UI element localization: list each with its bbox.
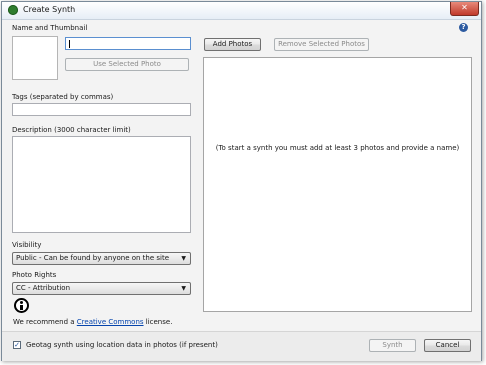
visibility-label: Visibility xyxy=(12,241,42,249)
geotag-label[interactable]: Geotag synth using location data in phot… xyxy=(26,341,218,349)
license-recommendation: We recommend a Creative Commons license. xyxy=(13,318,172,326)
chevron-down-icon: ▼ xyxy=(181,285,186,292)
name-label: Name and Thumbnail xyxy=(12,24,88,32)
tags-input[interactable] xyxy=(12,103,191,116)
cc-person-body xyxy=(20,305,23,310)
empty-photos-message: (To start a synth you must add at least … xyxy=(215,144,460,152)
tags-label: Tags (separated by commas) xyxy=(12,93,114,101)
recommend-prefix: We recommend a xyxy=(13,318,77,326)
visibility-dropdown[interactable]: Public - Can be found by anyone on the s… xyxy=(12,252,191,265)
close-button[interactable]: ✕ xyxy=(450,2,479,16)
photo-rights-dropdown[interactable]: CC - Attribution ▼ xyxy=(12,282,191,295)
description-label: Description (3000 character limit) xyxy=(12,126,131,134)
recommend-suffix: license. xyxy=(143,318,173,326)
create-synth-dialog: Create Synth ✕ ? Name and Thumbnail Use … xyxy=(1,1,482,361)
creative-commons-attribution-icon xyxy=(14,298,29,313)
description-textarea[interactable] xyxy=(12,136,191,233)
checkmark-icon: ✓ xyxy=(14,341,20,349)
dialog-footer: ✓ Geotag synth using location data in ph… xyxy=(2,331,481,361)
synth-button[interactable]: Synth xyxy=(369,339,416,352)
photo-list-panel[interactable]: (To start a synth you must add at least … xyxy=(203,57,472,312)
use-selected-photo-button[interactable]: Use Selected Photo xyxy=(65,58,189,71)
thumbnail-preview[interactable] xyxy=(12,36,58,80)
app-icon xyxy=(8,5,18,15)
text-caret xyxy=(69,40,70,48)
window-title: Create Synth xyxy=(23,5,76,14)
title-bar[interactable]: Create Synth ✕ xyxy=(2,2,481,20)
cancel-button[interactable]: Cancel xyxy=(424,339,471,352)
name-input[interactable] xyxy=(65,37,191,50)
add-photos-button[interactable]: Add Photos xyxy=(204,38,261,51)
chevron-down-icon: ▼ xyxy=(181,255,186,262)
photo-rights-label: Photo Rights xyxy=(12,271,57,279)
visibility-selected-value: Public - Can be found by anyone on the s… xyxy=(16,254,170,262)
creative-commons-link[interactable]: Creative Commons xyxy=(77,318,144,326)
close-icon: ✕ xyxy=(461,3,468,12)
geotag-checkbox[interactable]: ✓ xyxy=(13,341,21,349)
remove-selected-photos-button[interactable]: Remove Selected Photos xyxy=(274,38,369,51)
photo-rights-selected-value: CC - Attribution xyxy=(16,284,71,292)
cc-person-head xyxy=(20,301,23,304)
help-icon[interactable]: ? xyxy=(459,23,468,32)
